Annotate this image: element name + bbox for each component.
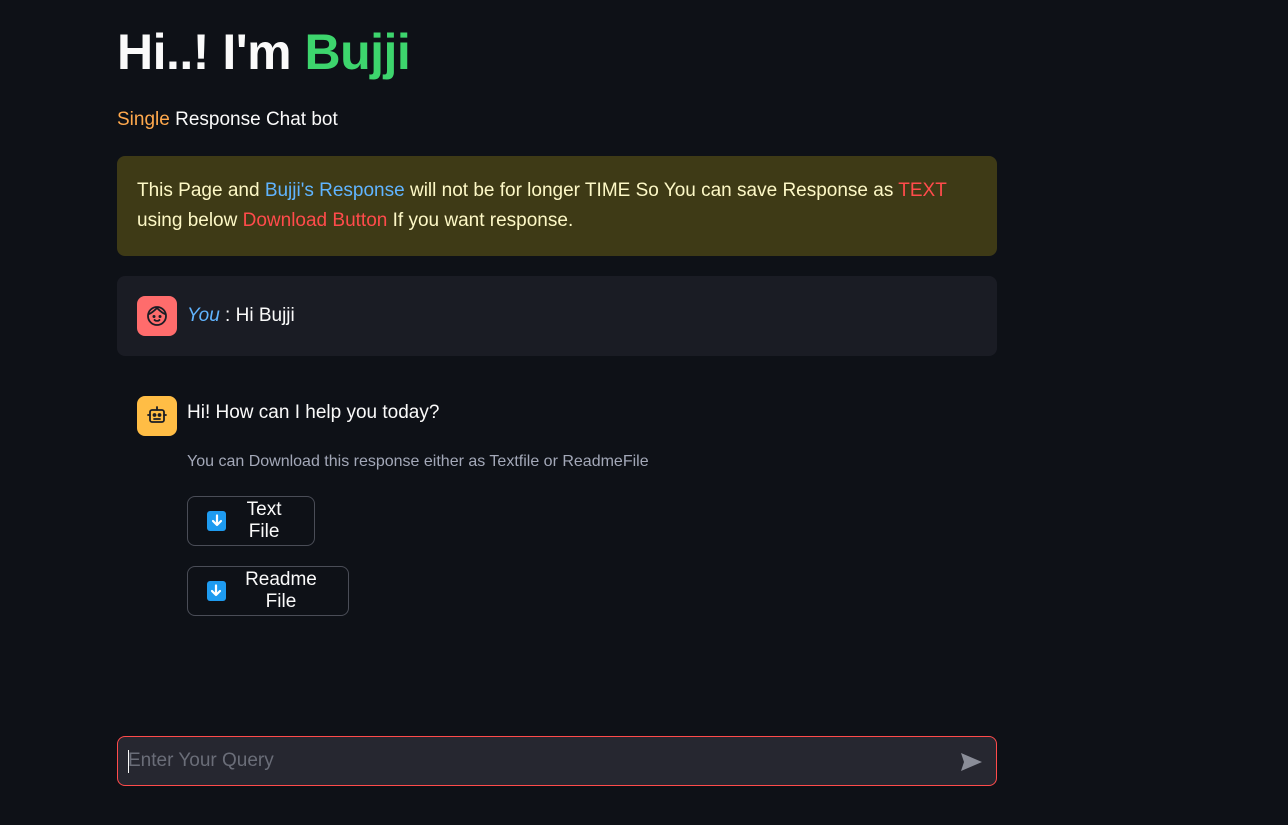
assistant-message-text: Hi! How can I help you today? bbox=[187, 402, 440, 423]
download-text-file-label: Text File bbox=[246, 499, 282, 542]
notice-highlight-download: Download Button bbox=[242, 210, 388, 231]
download-readme-file-button[interactable]: Readme File bbox=[187, 566, 349, 616]
user-message-text: You : Hi Bujji bbox=[187, 303, 295, 329]
subtitle-accent: Single bbox=[117, 109, 170, 130]
face-icon bbox=[147, 306, 167, 326]
notice-text-1: This Page and bbox=[137, 180, 265, 201]
page-title: Hi..! I'm Bujji bbox=[117, 22, 411, 82]
download-caption: You can Download this response either as… bbox=[187, 453, 649, 470]
page-subtitle: Single Response Chat bot bbox=[117, 108, 338, 132]
notice-banner: This Page and Bujji's Response will not … bbox=[117, 156, 997, 256]
send-button[interactable] bbox=[958, 749, 984, 775]
user-avatar bbox=[137, 296, 177, 336]
title-bot-name: Bujji bbox=[304, 24, 411, 80]
notice-text-4: If you want response. bbox=[387, 210, 574, 231]
notice-text-3: using below bbox=[137, 210, 243, 231]
subtitle-rest: Response Chat bot bbox=[169, 109, 338, 130]
download-arrow-icon bbox=[207, 511, 227, 531]
notice-text-2: will not be for longer TIME So You can s… bbox=[404, 180, 899, 201]
download-text-file-button[interactable]: Text File bbox=[187, 496, 315, 546]
speaker-separator: : bbox=[219, 305, 236, 326]
download-readme-file-label: Readme File bbox=[245, 569, 317, 612]
download-arrow-icon bbox=[207, 581, 226, 601]
user-chat-message: You : Hi Bujji bbox=[117, 276, 997, 356]
chat-input-container bbox=[117, 736, 997, 786]
query-input[interactable] bbox=[128, 737, 938, 785]
app-page: Hi..! I'm Bujji Single Response Chat bot… bbox=[0, 0, 1288, 825]
user-message-content: Hi Bujji bbox=[235, 305, 295, 326]
assistant-avatar bbox=[137, 396, 177, 436]
notice-highlight-text: TEXT bbox=[898, 180, 947, 201]
user-speaker-label: You bbox=[187, 305, 220, 326]
send-icon bbox=[961, 753, 982, 771]
title-prefix: Hi..! I'm bbox=[117, 24, 305, 80]
notice-highlight-response: Bujji's Response bbox=[264, 180, 405, 201]
robot-icon bbox=[147, 406, 167, 423]
